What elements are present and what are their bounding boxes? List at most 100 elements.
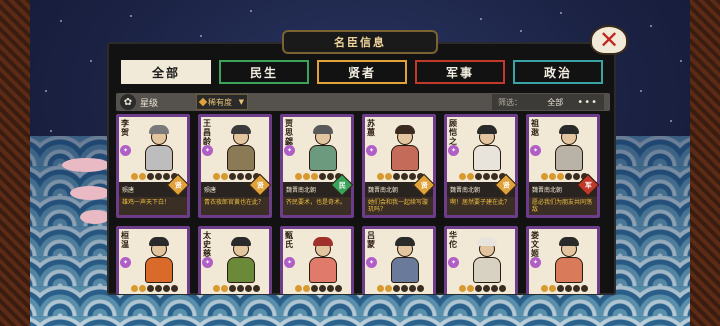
star-dot [155, 173, 162, 180]
minister-portrait [139, 123, 179, 173]
era-label: 殒唐 [122, 187, 135, 194]
minister-portrait [139, 235, 179, 285]
star-dot [541, 173, 548, 180]
star-dot [295, 285, 302, 292]
star-dot [303, 173, 310, 180]
star-dot [311, 285, 318, 292]
right-frame-border [690, 0, 720, 326]
minister-name: 苏蕙 [367, 119, 375, 137]
star-dot [139, 173, 146, 180]
tab-2[interactable]: 贤者 [317, 60, 407, 84]
star-rating [459, 285, 506, 292]
minister-quote: 愿必我们为朋友共同荡敌 [529, 197, 597, 215]
minister-card-grid: 李贺 ✦ 殒唐 贤 雄鸡一声天下白！ 王昌龄 ✦ 殒唐 贤 青衣夜郎官黄也在此？… [116, 114, 610, 294]
tab-0[interactable]: 全部 [121, 60, 211, 84]
star-rating [131, 285, 178, 292]
quality-badge-icon: ✦ [202, 145, 213, 156]
minister-portrait [303, 235, 343, 285]
more-options-icon[interactable]: ••• [577, 97, 598, 108]
filter-box[interactable]: 筛选： 全部 ••• [492, 94, 604, 110]
tab-3[interactable]: 军事 [415, 60, 505, 84]
star-dot [557, 173, 564, 180]
minister-quote: 雄鸡一声天下白！ [119, 197, 187, 215]
minister-card[interactable]: 甄氏 ✦ [280, 226, 354, 294]
minister-portrait [385, 123, 425, 173]
minister-portrait [221, 123, 261, 173]
star-dot [221, 173, 228, 180]
star-dot [303, 285, 310, 292]
minister-card[interactable]: 娄文姬 ✦ [526, 226, 600, 294]
minister-card[interactable]: 苏蕙 ✦ 魏晋南北朝 贤 她们会和我一起续写璇玑吗？ [362, 114, 436, 218]
star-dot [147, 173, 154, 180]
quality-badge-icon: ✦ [366, 257, 377, 268]
star-dot [483, 285, 490, 292]
minister-name: 娄文姬 [531, 231, 539, 258]
quality-badge-icon: ✦ [530, 257, 541, 268]
sky-star [480, 18, 482, 20]
minister-card[interactable]: 华佗 ✦ [444, 226, 518, 294]
tab-1[interactable]: 民生 [219, 60, 309, 84]
star-dot [229, 173, 236, 180]
star-dot [491, 285, 498, 292]
era-label: 魏晋南北朝 [450, 187, 481, 194]
tab-4[interactable]: 政治 [513, 60, 603, 84]
star-dot [581, 285, 588, 292]
sky-star [200, 35, 202, 37]
star-dot [565, 173, 572, 180]
star-dot [213, 173, 220, 180]
minister-portrait [467, 123, 507, 173]
star-dot [491, 173, 498, 180]
star-rating [377, 285, 424, 292]
minister-card[interactable]: 桓温 ✦ [116, 226, 190, 294]
minister-card[interactable]: 吕蒙 ✦ [362, 226, 436, 294]
sky-star [90, 60, 92, 62]
era-label: 魏晋南北朝 [532, 187, 563, 194]
star-dot [311, 173, 318, 180]
minister-name: 顾恺之 [449, 119, 457, 146]
minister-quote: 青衣夜郎官黄也在此？ [201, 197, 269, 215]
star-dot [475, 285, 482, 292]
minister-name: 桓温 [121, 231, 129, 249]
minister-card[interactable]: 太史慈 ✦ [198, 226, 272, 294]
era-label: 魏晋南北朝 [368, 187, 399, 194]
minister-card[interactable]: 李贺 ✦ 殒唐 贤 雄鸡一声天下白！ [116, 114, 190, 218]
star-dot [549, 285, 556, 292]
star-dot [377, 173, 384, 180]
star-dot [409, 285, 416, 292]
star-dot [377, 285, 384, 292]
star-dot [327, 285, 334, 292]
star-dot [483, 173, 490, 180]
sky-star [60, 20, 62, 22]
star-dot [245, 285, 252, 292]
star-dot [401, 285, 408, 292]
minister-card[interactable]: 王昌龄 ✦ 殒唐 贤 青衣夜郎官黄也在此？ [198, 114, 272, 218]
star-dot [237, 173, 244, 180]
close-button[interactable]: ✕ [590, 25, 628, 55]
minister-card[interactable]: 顾恺之 ✦ 魏晋南北朝 贤 啊！居然要子建在此？ [444, 114, 518, 218]
quality-badge-icon: ✦ [202, 257, 213, 268]
era-label: 魏晋南北朝 [286, 187, 317, 194]
sort-icon[interactable]: ✿ [120, 94, 136, 110]
minister-card[interactable]: 祖逖 ✦ 魏晋南北朝 军 愿必我们为朋友共同荡敌 [526, 114, 600, 218]
minister-name: 王昌龄 [203, 119, 211, 146]
star-dot [171, 285, 178, 292]
sort-star-label[interactable]: 星级 [140, 96, 158, 109]
sky-star [670, 120, 672, 122]
era-label: 殒唐 [204, 187, 217, 194]
star-dot [475, 173, 482, 180]
minister-name: 太史慈 [203, 231, 211, 258]
panel-title: 名臣信息 [282, 30, 438, 54]
star-dot [467, 173, 474, 180]
rarity-dropdown[interactable]: 稀有度 ▼ [196, 94, 248, 110]
star-dot [229, 285, 236, 292]
star-dot [155, 285, 162, 292]
diamond-icon [198, 97, 208, 107]
minister-card[interactable]: 贾思勰 ✦ 魏晋南北朝 民 齐民要术，也是奇术。 [280, 114, 354, 218]
chevron-down-icon: ▼ [238, 98, 244, 106]
sky-star [50, 130, 52, 132]
minister-name: 甄氏 [285, 231, 293, 249]
minister-name: 吕蒙 [367, 231, 375, 249]
close-x-icon: ✕ [598, 26, 620, 54]
quality-badge-icon: ✦ [284, 145, 295, 156]
minister-quote: 啊！居然要子建在此？ [447, 197, 515, 215]
